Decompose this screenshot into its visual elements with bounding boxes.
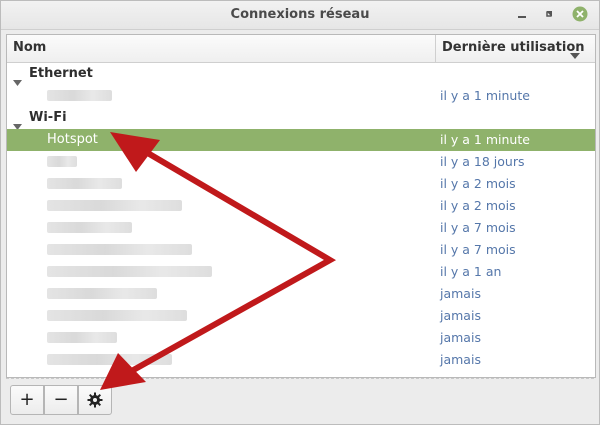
redacted-name (47, 288, 157, 299)
group-row-ethernet[interactable]: Ethernet (7, 63, 595, 86)
chevron-down-icon[interactable] (570, 45, 580, 64)
minimize-icon[interactable] (514, 6, 530, 22)
connection-row[interactable]: il y a 7 mois (7, 217, 595, 239)
last-used-value: il y a 1 minute (440, 88, 530, 103)
last-used-value: il y a 18 jours (440, 154, 525, 169)
last-used-value: il y a 7 mois (440, 220, 516, 235)
connection-row[interactable]: il y a 1 minute (7, 85, 595, 107)
redacted-name (47, 310, 187, 321)
connection-row[interactable]: il y a 18 jours (7, 151, 595, 173)
connections-list[interactable]: Nom Dernière utilisation Ethernet il y a… (6, 34, 596, 378)
gear-icon (87, 392, 103, 413)
last-used-value: jamais (440, 308, 481, 323)
close-icon[interactable] (572, 6, 588, 22)
column-name-header[interactable]: Nom (13, 40, 46, 55)
connection-row[interactable]: jamais (7, 349, 595, 371)
title-bar[interactable]: Connexions réseau (1, 1, 599, 30)
add-connection-button[interactable]: + (10, 385, 44, 415)
last-used-value: il y a 2 mois (440, 198, 516, 213)
last-used-value: il y a 7 mois (440, 242, 516, 257)
connection-row[interactable]: jamais (7, 283, 595, 305)
redacted-name (47, 222, 132, 233)
column-last-used-header[interactable]: Dernière utilisation (442, 40, 585, 55)
connection-row[interactable]: il y a 7 mois (7, 239, 595, 261)
connection-row[interactable]: il y a 1 an (7, 261, 595, 283)
group-label: Wi-Fi (29, 110, 67, 125)
maximize-icon[interactable] (541, 6, 557, 22)
group-label: Ethernet (29, 66, 93, 81)
connection-row[interactable]: il y a 2 mois (7, 173, 595, 195)
edit-connection-button[interactable] (78, 385, 112, 415)
column-header: Nom Dernière utilisation (7, 35, 595, 63)
connection-row-selected[interactable]: Hotspot il y a 1 minute (7, 129, 595, 151)
redacted-name (47, 156, 77, 167)
redacted-name (47, 354, 172, 365)
connection-name: Hotspot (47, 132, 98, 147)
last-used-value: jamais (440, 330, 481, 345)
last-used-value: jamais (440, 286, 481, 301)
connection-row[interactable]: jamais (7, 327, 595, 349)
redacted-name (47, 266, 212, 277)
redacted-name (47, 178, 122, 189)
redacted-name (47, 244, 192, 255)
column-divider (435, 35, 436, 62)
network-connections-window: Connexions réseau Nom Dernière utilisati… (0, 0, 600, 425)
window-title: Connexions réseau (230, 7, 370, 22)
redacted-name (47, 90, 112, 101)
last-used-value: il y a 2 mois (440, 176, 516, 191)
redacted-name (47, 200, 182, 211)
last-used-value: il y a 1 an (440, 264, 502, 279)
remove-connection-button[interactable]: − (44, 385, 78, 415)
last-used-value: il y a 1 minute (440, 132, 530, 147)
last-used-value: jamais (440, 352, 481, 367)
redacted-name (47, 332, 117, 343)
connection-row[interactable]: il y a 2 mois (7, 195, 595, 217)
bottom-toolbar: + − (6, 378, 594, 421)
connection-row[interactable]: jamais (7, 305, 595, 327)
group-row-wifi[interactable]: Wi-Fi (7, 107, 595, 130)
